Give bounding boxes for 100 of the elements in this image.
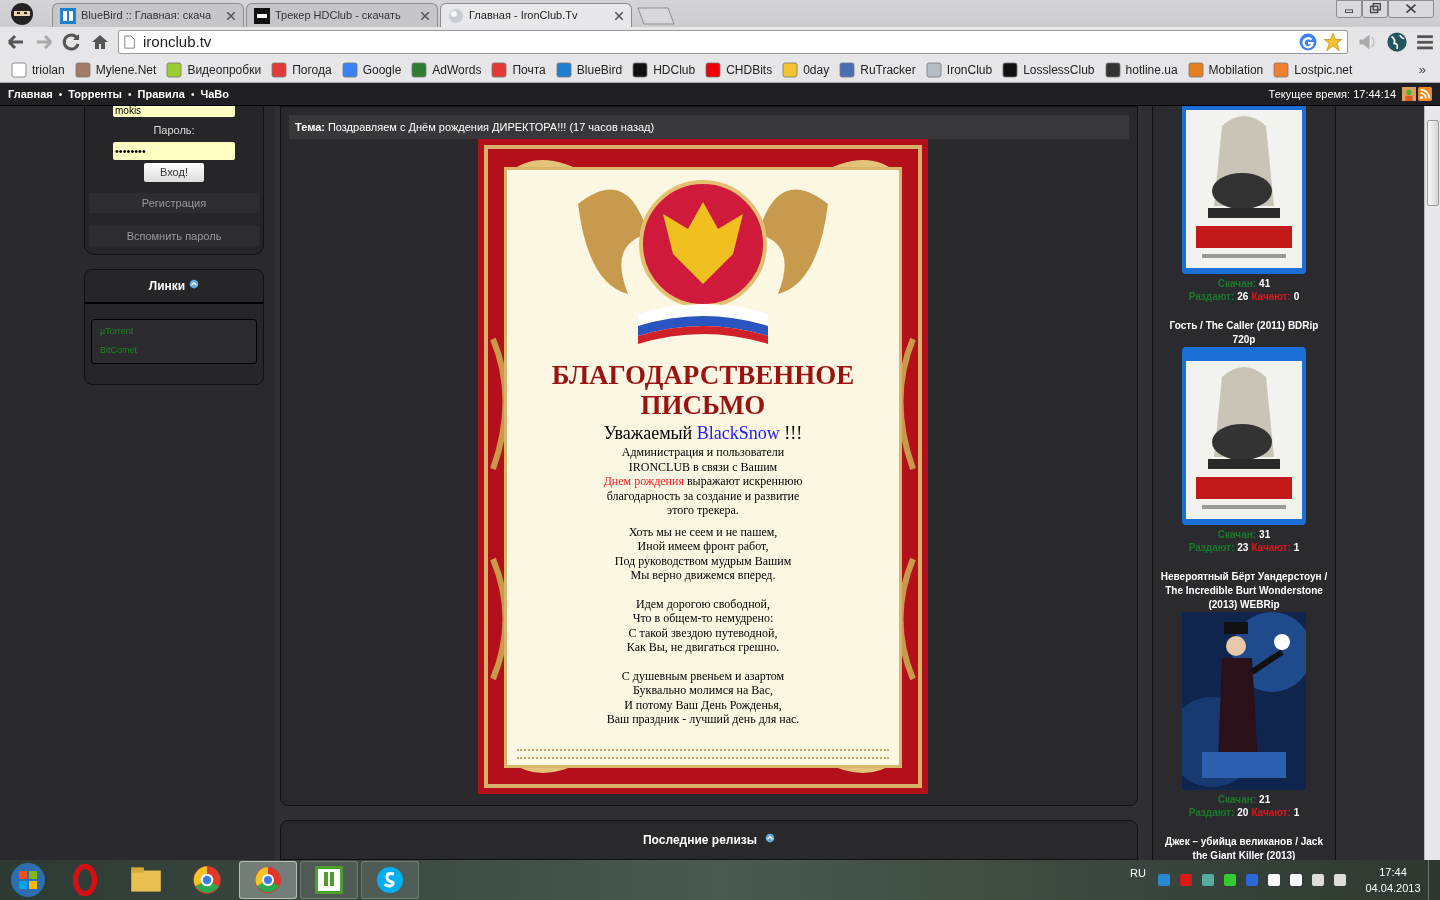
site-icon [271,61,288,78]
torrent-client-icon[interactable] [300,861,358,899]
scrollbar-thumb[interactable] [1427,120,1439,206]
site-icon [491,61,508,78]
seeding-label: Раздают: [1188,291,1235,302]
browser-tab[interactable]: BlueBird :: Главная: скача [52,3,244,27]
chat-icon[interactable] [361,861,419,899]
downloaded-count: 41 [1259,278,1271,289]
menu-icon[interactable] [1416,33,1434,51]
bookmark-link[interactable]: CHDBits [700,60,778,79]
nav-link[interactable]: Правила [137,85,185,103]
seeding-count: 23 [1237,542,1249,553]
browser-tab[interactable]: Трекер HDClub - скачать [246,3,438,27]
minimize-icon[interactable] [1336,0,1362,18]
site-icon [839,61,856,78]
sidebar-link[interactable]: Вспомнить пароль [89,225,259,246]
overflow-chevron[interactable]: » [1418,59,1434,80]
bookmark-link[interactable]: hotline.ua [1099,60,1183,79]
bookmark-link[interactable]: AdWords [406,60,487,79]
leeching-label: Качают: [1251,807,1291,818]
address-bar[interactable]: ironclub.tv [118,30,1348,54]
panel-title: Последние релизы [642,832,758,850]
site-icon [448,7,464,24]
search-icon[interactable] [1299,33,1317,51]
bookmark-link[interactable]: HDClub [627,60,701,79]
close-icon[interactable] [420,10,430,21]
leeching-count: 0 [1293,291,1300,302]
reload-icon[interactable] [62,32,82,52]
site-icon [1273,61,1290,78]
site-icon [632,61,649,78]
tray-icon[interactable] [1288,872,1304,888]
bookmark-link[interactable]: Mobilation [1182,60,1269,79]
site-icon [166,61,183,78]
bookmark-link[interactable]: Почта [486,60,551,79]
tray-icon[interactable] [1310,872,1326,888]
site-icon [254,7,270,24]
collapse-icon[interactable] [189,278,200,289]
downloaded-count: 21 [1259,794,1271,805]
site-icon [782,61,799,78]
scrollbar[interactable] [1424,106,1440,860]
bookmark-link[interactable]: RuTracker [834,60,921,79]
sidebar-link[interactable]: Регистрация [89,192,259,213]
release-title[interactable]: Гость / The Caller (2011) BDRip 720p [1153,319,1335,347]
site-icon [60,7,76,24]
certificate-stanza: Хоть мы не сеем и не пашем, Иной имеем фронт работ, Под руководством мудрым Вашим Мы верно движемся вперед. [614,524,792,583]
site-icon [11,61,27,78]
tray-icon[interactable] [1266,872,1282,888]
star-icon[interactable] [1323,32,1343,52]
clock-time: 17:44 [1379,865,1407,880]
downloaded-label: Скачан: [1217,278,1257,289]
back-icon[interactable] [6,32,26,52]
certificate-stanza: Идем дорогою свободной, Что в общем-то немудрено: С такой звездою путеводной, Как Вы, не двигаться грешно. [626,596,780,655]
bookmark-link[interactable]: LosslessClub [997,60,1100,79]
bookmark-link[interactable]: 0day [777,60,835,79]
certificate-title: БЛАГОДАРСТВЕННОЕ [551,360,855,390]
close-icon[interactable] [226,10,236,21]
site-icon [555,61,572,78]
leeching-label: Качают: [1251,291,1291,302]
bookmark-link[interactable]: Mylene.Net [69,60,162,79]
restore-icon[interactable] [1362,0,1388,18]
close-icon[interactable] [1388,0,1434,18]
clock[interactable]: 17:44 04.04.2013 [1358,864,1428,896]
bookmark-link[interactable]: BlueBird [550,60,628,79]
seeding-count: 26 [1237,291,1249,302]
downloaded-count: 31 [1259,529,1271,540]
site-icon [925,61,942,78]
current-time: Текущее время: 17:44:14 [1268,86,1396,102]
language-indicator[interactable]: RU [1130,864,1146,882]
browser-tab[interactable]: Главная - IronClub.Tv [440,3,632,27]
certificate-title: ПИСЬМО [640,390,766,420]
bookmark-link[interactable]: triolan [6,60,70,79]
nav-link[interactable]: Главная [8,85,53,103]
tray-icon[interactable] [1332,872,1348,888]
collapse-icon[interactable] [765,833,776,844]
bookmark-link[interactable]: IronClub [920,60,998,79]
globe-icon[interactable] [1386,31,1408,53]
nav-link[interactable]: ЧаВо [200,85,229,103]
close-icon[interactable] [614,10,624,21]
clock-date: 04.04.2013 [1365,881,1421,896]
seeding-label: Раздают: [1188,807,1235,818]
username-field[interactable]: mokis [113,106,235,117]
downloaded-label: Скачан: [1217,794,1257,805]
leeching-count: 1 [1293,542,1300,553]
downloaded-label: Скачан: [1217,529,1257,540]
bullet-separator: • [189,87,196,102]
bookmark-link[interactable]: Видеопробки [161,60,267,79]
bookmark-link[interactable]: Lostpic.net [1268,60,1358,79]
rss-icon[interactable] [1418,87,1432,101]
site-icon [341,61,358,78]
password-field[interactable]: •••••••• [113,141,235,160]
nav-link[interactable]: Торренты [68,85,122,103]
password-label: Пароль: [153,123,195,138]
home-icon[interactable] [90,32,110,52]
bookmark-link[interactable]: Google [336,60,407,79]
bookmark-link[interactable]: Погода [266,60,337,79]
leeching-label: Качают: [1251,542,1291,553]
release-title[interactable]: Невероятный Бёрт Уандерстоун / The Incredible Burt Wonderstone (2013) WEBRip [1153,570,1335,612]
tray-icon[interactable] [1222,872,1238,888]
login-button[interactable]: Вход! [144,162,204,182]
topic-label: Тема: [295,119,325,135]
